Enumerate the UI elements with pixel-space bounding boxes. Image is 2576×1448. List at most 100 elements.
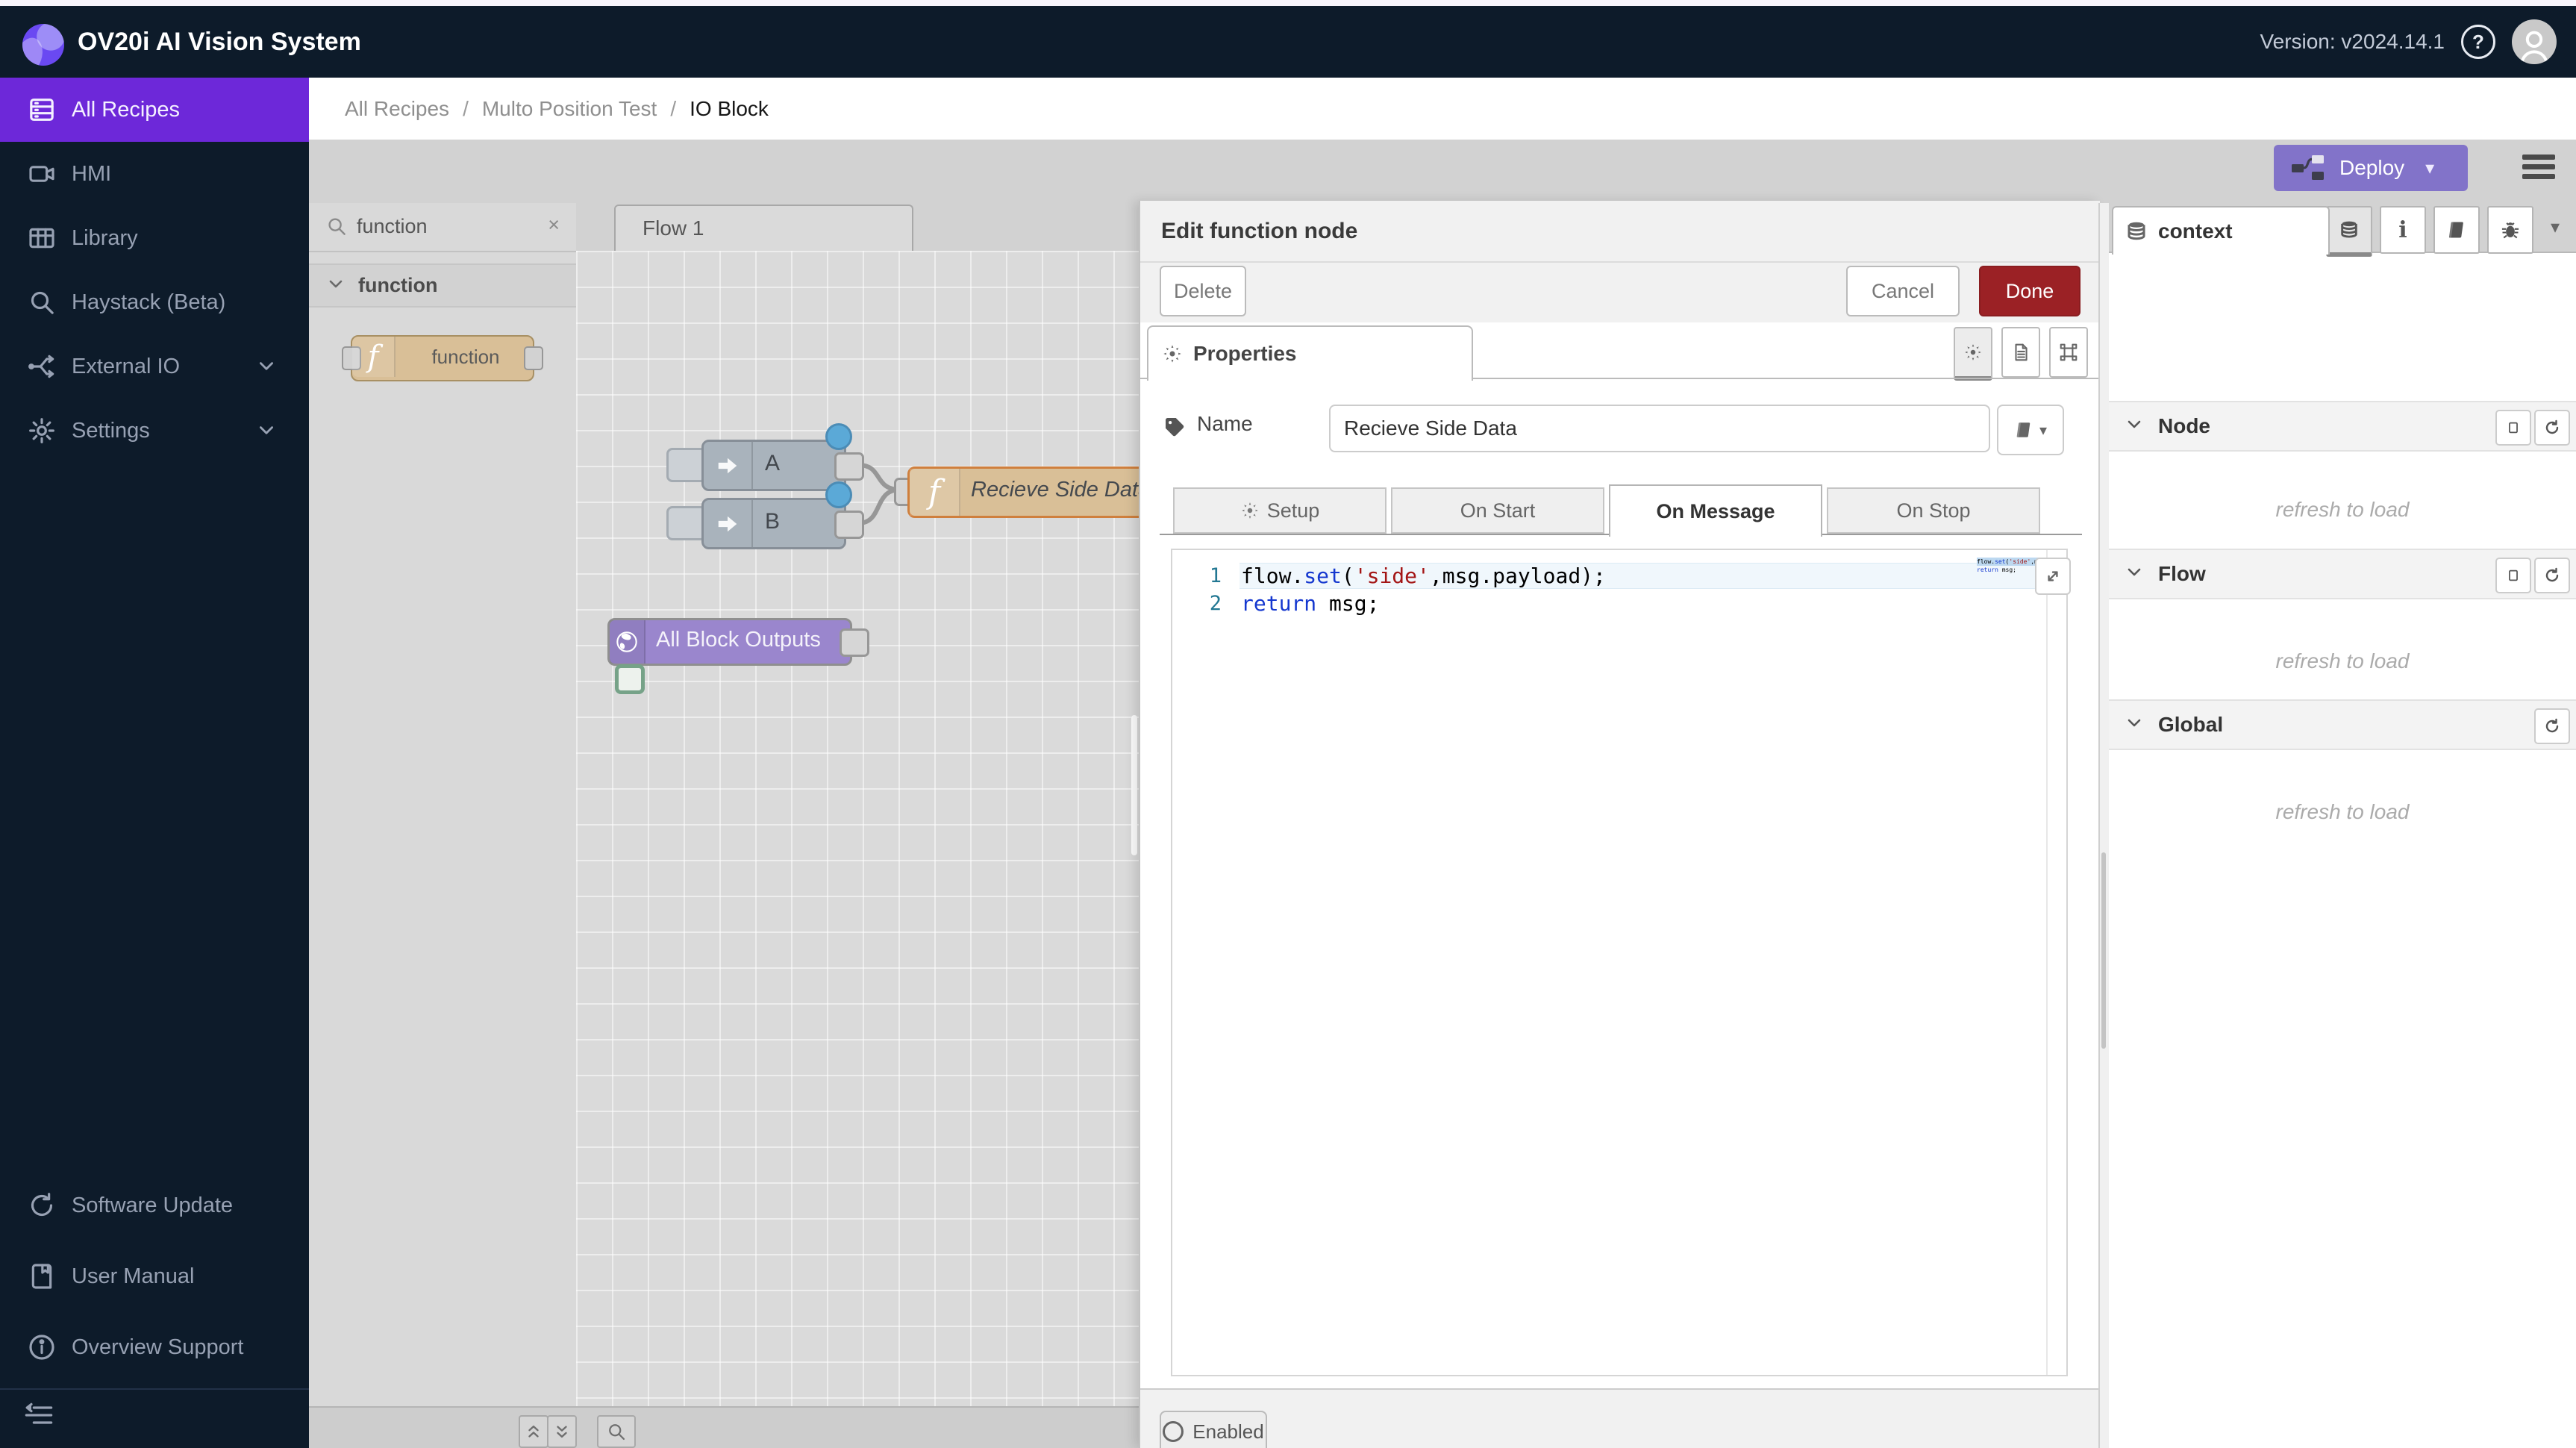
node-a-button[interactable]: [666, 448, 707, 482]
help-icon[interactable]: ?: [2461, 25, 2495, 59]
zoom-search-button[interactable]: [597, 1415, 636, 1448]
breadcrumb-separator: /: [670, 97, 676, 121]
tab-setup[interactable]: Setup: [1173, 487, 1387, 534]
dialog-header: Edit function node: [1140, 201, 2100, 263]
palette-search-input[interactable]: [355, 209, 515, 243]
node-b-button[interactable]: [666, 506, 707, 540]
gear-icon: [27, 416, 57, 446]
flow-editor: Deploy ▾ × function f: [309, 140, 2576, 1448]
sidebar-item-software-update[interactable]: Software Update: [0, 1173, 309, 1238]
sidebar-item-settings[interactable]: Settings: [0, 399, 309, 463]
chevron-down-icon: [257, 422, 276, 439]
book-icon: [2445, 219, 2469, 240]
link-node[interactable]: [615, 664, 645, 694]
name-input[interactable]: [1329, 405, 1990, 452]
properties-pane-button[interactable]: [1954, 327, 1992, 381]
section-global[interactable]: Global: [2109, 699, 2576, 750]
tab-on-start[interactable]: On Start: [1391, 487, 1604, 534]
sidebar-item-label: Haystack (Beta): [72, 270, 225, 334]
tab-on-message-label: On Message: [1656, 500, 1775, 523]
breadcrumb-recipe[interactable]: Multo Position Test: [482, 97, 657, 121]
node-open-button[interactable]: [2495, 410, 2531, 446]
sidebar-item-label: Library: [72, 206, 138, 270]
flow-placeholder: refresh to load: [2109, 649, 2576, 673]
context-tabstrip: context i ▾: [2109, 203, 2576, 253]
palette-scroll-down-button[interactable]: [547, 1415, 577, 1448]
chevron-down-icon: [2125, 417, 2143, 432]
info-pane-button[interactable]: i: [2380, 206, 2426, 254]
flow-open-button[interactable]: [2495, 558, 2531, 593]
description-pane-button[interactable]: [2001, 327, 2040, 378]
done-button[interactable]: Done: [1979, 266, 2081, 316]
app-root: OV20i AI Vision System Version: v2024.14…: [0, 0, 2576, 1448]
help-pane-button[interactable]: [2433, 206, 2480, 254]
debug-pane-button[interactable]: [2487, 206, 2533, 254]
sidebar-item-all-recipes[interactable]: All Recipes: [0, 78, 309, 142]
output-node-port[interactable]: [840, 628, 869, 657]
node-function-selected[interactable]: f Recieve Side Data: [907, 466, 1158, 518]
sidebar-item-haystack[interactable]: Haystack (Beta): [0, 270, 309, 334]
tab-on-message[interactable]: On Message: [1609, 484, 1822, 537]
deploy-button[interactable]: Deploy ▾: [2274, 145, 2468, 191]
sidebar-item-hmi[interactable]: HMI: [0, 142, 309, 206]
node-refresh-button[interactable]: [2534, 410, 2570, 446]
node-b[interactable]: B: [701, 498, 846, 549]
sidebar-item-external-io[interactable]: External IO: [0, 334, 309, 399]
context-pane-button[interactable]: [2326, 206, 2372, 257]
sidebar-item-label: User Manual: [72, 1244, 194, 1308]
enabled-toggle[interactable]: Enabled: [1160, 1411, 1267, 1448]
code-editor[interactable]: 1flow.set('side',msg.payload);2return ms…: [1171, 549, 2068, 1376]
dialog-footer: Enabled: [1140, 1388, 2100, 1448]
avatar[interactable]: [2512, 19, 2557, 64]
name-lookup-button[interactable]: ▾: [1997, 405, 2064, 455]
expand-editor-button[interactable]: [2035, 558, 2071, 595]
global-placeholder: refresh to load: [2109, 800, 2576, 824]
tab-flow-1[interactable]: Flow 1: [614, 205, 913, 254]
sidebar-item-library[interactable]: Library: [0, 206, 309, 270]
appearance-pane-button[interactable]: [2049, 327, 2088, 378]
node-all-block-outputs[interactable]: All Block Outputs: [607, 618, 852, 666]
node-a-output-port[interactable]: [834, 452, 864, 481]
canvas-scrollbar[interactable]: [1131, 715, 1137, 855]
globe-icon: [610, 620, 645, 664]
chevron-down-icon: [2125, 565, 2143, 580]
editor-scroll-gutter: [2046, 550, 2048, 1375]
enabled-circle-icon: [1163, 1421, 1184, 1442]
tab-on-stop-label: On Stop: [1896, 499, 1970, 522]
palette-category-function[interactable]: function: [309, 263, 576, 308]
palette-node-function[interactable]: f function: [351, 335, 534, 381]
tab-properties[interactable]: Properties: [1147, 325, 1473, 381]
palette-scroll-up-button[interactable]: [519, 1415, 548, 1448]
clear-search-icon[interactable]: ×: [548, 213, 560, 237]
panel-caret-icon[interactable]: ▾: [2551, 216, 2560, 238]
info-icon: [27, 1332, 57, 1362]
code-lines: 1flow.set('side',msg.payload);2return ms…: [1172, 550, 2066, 617]
tab-on-stop[interactable]: On Stop: [1827, 487, 2040, 534]
tab-context[interactable]: context: [2112, 206, 2330, 255]
deploy-caret-icon[interactable]: ▾: [2425, 157, 2434, 179]
sidebar-item-overview-support[interactable]: Overview Support: [0, 1315, 309, 1379]
caret-down-icon: ▾: [2039, 421, 2047, 440]
app-title: OV20i AI Vision System: [78, 6, 361, 78]
code-minimap[interactable]: flow.set('side',msg.payload);return msg;: [1977, 558, 2042, 574]
arrow-right-icon: [704, 442, 753, 489]
library-icon: [27, 223, 57, 253]
cancel-button[interactable]: Cancel: [1846, 266, 1960, 316]
node-a[interactable]: A: [701, 440, 846, 491]
breadcrumb-all-recipes[interactable]: All Recipes: [345, 97, 449, 121]
flow-refresh-button[interactable]: [2534, 558, 2570, 593]
section-flow[interactable]: Flow: [2109, 549, 2576, 599]
menu-icon[interactable]: [2522, 155, 2555, 181]
global-refresh-button[interactable]: [2534, 708, 2570, 744]
sidebar-item-user-manual[interactable]: User Manual: [0, 1244, 309, 1308]
divider-thumb[interactable]: [2101, 852, 2106, 1049]
arrow-right-icon: [704, 500, 753, 547]
gear-icon: [1162, 343, 1183, 364]
node-b-output-port[interactable]: [834, 511, 864, 539]
section-node[interactable]: Node: [2109, 401, 2576, 452]
delete-button[interactable]: Delete: [1160, 266, 1246, 316]
sidebar-collapse-button[interactable]: [22, 1400, 55, 1430]
node-b-label: B: [765, 500, 780, 543]
function-tabs: Setup On Start On Message On Stop: [1140, 484, 2100, 537]
edit-function-dialog: Edit function node Delete Cancel Done Pr…: [1139, 201, 2100, 1448]
